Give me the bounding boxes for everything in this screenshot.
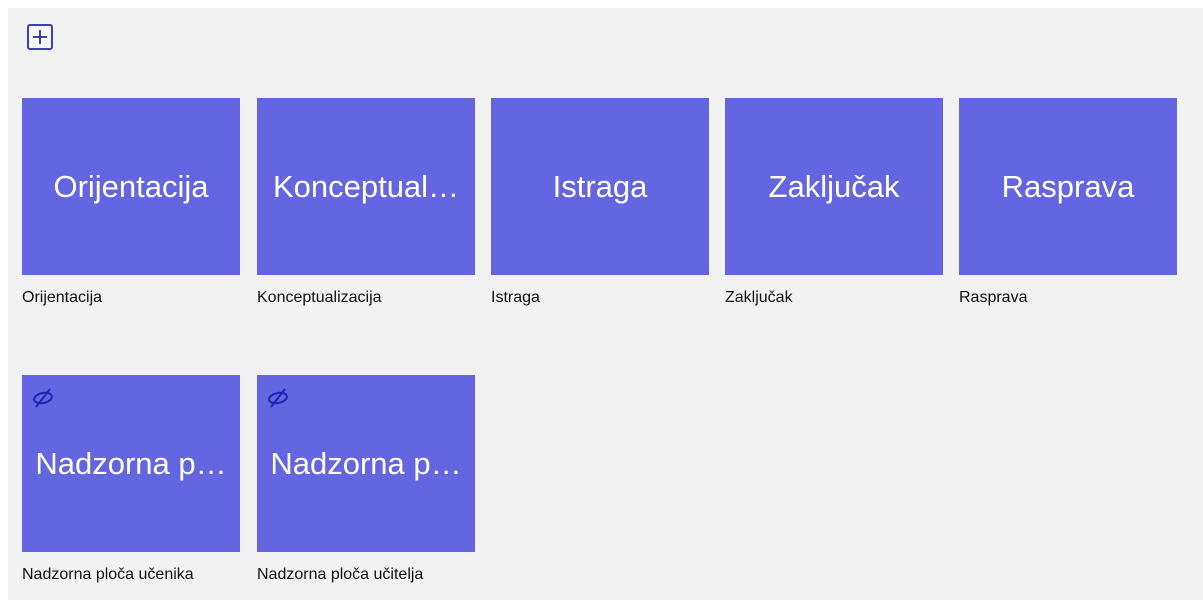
tile-label[interactable]: Istraga [491, 288, 540, 308]
tile-title: Orijentacija [53, 168, 209, 204]
tile-title: Istraga [552, 168, 648, 204]
tile-nadzorna-ploca-ucenika[interactable]: Nadzorna p… [22, 375, 240, 552]
tile-nadzorna-ploca-ucitelja[interactable]: Nadzorna p… [257, 375, 475, 552]
tile-title: Konceptual… [272, 168, 460, 204]
tile-label[interactable]: Rasprava [959, 288, 1027, 308]
tile-title: Nadzorna p… [270, 445, 462, 481]
tile-label[interactable]: Orijentacija [22, 288, 102, 308]
tile-label[interactable]: Nadzorna ploča učenika [22, 565, 194, 585]
tile-title: Nadzorna p… [35, 445, 227, 481]
tile-konceptualizacija[interactable]: Konceptual… [257, 98, 475, 275]
tile-label[interactable]: Nadzorna ploča učitelja [257, 565, 423, 585]
eye-off-icon [33, 388, 53, 408]
tile-istraga[interactable]: Istraga [491, 98, 709, 275]
plus-icon [33, 30, 47, 44]
tile-orijentacija[interactable]: Orijentacija [22, 98, 240, 275]
tile-title: Zaključak [768, 168, 900, 204]
tile-title: Rasprava [1001, 168, 1135, 204]
eye-off-icon [268, 388, 288, 408]
tile-label[interactable]: Zaključak [725, 288, 793, 308]
tile-rasprava[interactable]: Rasprava [959, 98, 1177, 275]
tile-zakljucak[interactable]: Zaključak [725, 98, 943, 275]
tile-label[interactable]: Konceptualizacija [257, 288, 382, 308]
add-page-button[interactable] [27, 24, 53, 50]
